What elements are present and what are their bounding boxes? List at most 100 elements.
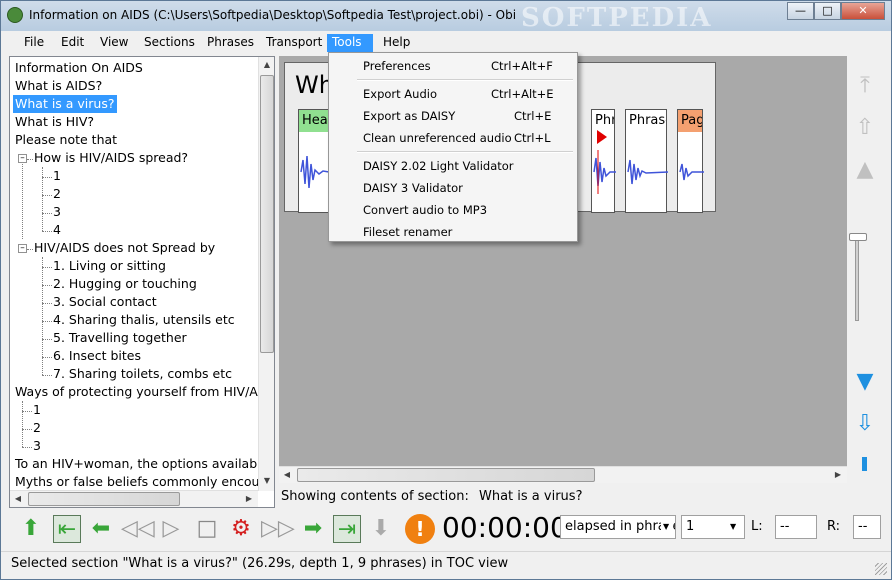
maximize-button[interactable]: □: [814, 2, 841, 20]
phrase-end-icon[interactable]: ⇥: [333, 515, 361, 543]
menu-edit[interactable]: Edit: [56, 34, 89, 52]
toc-item[interactable]: 1: [33, 401, 41, 419]
tree-line: [42, 339, 52, 340]
toc-item[interactable]: 6. Insect bites: [53, 347, 141, 365]
menu-transport[interactable]: Transport: [261, 34, 327, 52]
menu-item-shortcut: Ctrl+Alt+F: [491, 59, 553, 73]
scroll-up-arrow-icon[interactable]: ▲: [259, 57, 274, 73]
menu-help[interactable]: Help: [378, 34, 415, 52]
zoom-slider[interactable]: [849, 233, 867, 241]
menu-phrases[interactable]: Phrases: [202, 34, 259, 52]
rewind-icon[interactable]: ◁◁: [121, 515, 155, 543]
scroll-down-arrow-icon[interactable]: ▼: [259, 473, 274, 489]
menu-item-export-daisy[interactable]: Export as DAISY: [363, 109, 455, 127]
menu-sections[interactable]: Sections: [139, 34, 200, 52]
tree-line: [22, 447, 32, 448]
phrase-begin-icon[interactable]: ⇤: [53, 515, 81, 543]
toc-item[interactable]: To an HIV+woman, the options available: [15, 455, 268, 473]
toc-item[interactable]: 5. Travelling together: [53, 329, 187, 347]
menu-tools[interactable]: Tools: [327, 34, 373, 52]
toc-item[interactable]: Ways of protecting yourself from HIV/AID…: [15, 383, 274, 401]
block-label: Phrase: [629, 113, 666, 128]
menu-item-convert-mp3[interactable]: Convert audio to MP3: [363, 203, 487, 221]
toc-item[interactable]: 4. Sharing thalis, utensils etc: [53, 311, 235, 329]
play-icon[interactable]: ▷: [157, 515, 185, 543]
phrase-block[interactable]: Phrase: [625, 109, 668, 213]
toc-item[interactable]: How is HIV/AIDS spread?: [34, 149, 188, 167]
scroll-thumb[interactable]: [297, 468, 595, 482]
right-level-field: --: [853, 515, 881, 539]
next-phrase-icon[interactable]: ⇩: [851, 409, 879, 439]
watermark-logo: SOFTPEDIA: [521, 3, 713, 33]
transport-toolbar: ⬆ ⇤ ⬅ ◁◁ ▷ □ ⚙ ▷▷ ➡ ⇥ ⬇ ! 00:00:00 elaps…: [9, 509, 889, 549]
tree-line: [22, 155, 23, 239]
fast-forward-icon[interactable]: ▷▷: [261, 515, 295, 543]
level-select[interactable]: 1 ▼: [681, 515, 745, 539]
toc-item[interactable]: What is HIV?: [15, 113, 94, 131]
scroll-left-arrow-icon[interactable]: ◀: [10, 491, 26, 507]
scroll-right-arrow-icon[interactable]: ▶: [830, 467, 846, 483]
toc-item[interactable]: 4: [53, 221, 61, 239]
toc-item[interactable]: Information On AIDS: [15, 59, 143, 77]
toc-item[interactable]: Myths or false beliefs commonly encounte…: [15, 473, 274, 491]
toc-item[interactable]: 3: [33, 437, 41, 455]
tree-line: [42, 213, 52, 214]
toc-item[interactable]: 1: [53, 167, 61, 185]
content-horizontal-scrollbar[interactable]: ◀ ▶: [279, 466, 847, 483]
toc-item[interactable]: 2: [53, 185, 61, 203]
record-icon[interactable]: ⚙: [227, 515, 255, 543]
tree-line: [42, 267, 52, 268]
left-level-field: --: [775, 515, 817, 539]
first-phrase-icon[interactable]: ⤒: [851, 71, 879, 101]
page-block[interactable]: Page: [677, 109, 704, 213]
collapse-icon[interactable]: –: [18, 154, 27, 163]
last-phrase-icon[interactable]: [862, 457, 867, 471]
time-mode-select[interactable]: elapsed in phrase ▼: [560, 515, 676, 539]
menu-item-fileset-renamer[interactable]: Fileset renamer: [363, 225, 452, 243]
tree-line: [22, 411, 32, 412]
menu-file[interactable]: File: [19, 34, 49, 52]
toc-item[interactable]: 3. Social contact: [53, 293, 157, 311]
previous-phrase-icon[interactable]: ⇧: [851, 113, 879, 143]
stop-icon[interactable]: □: [193, 515, 221, 543]
phrase-block[interactable]: Phrase: [591, 109, 616, 213]
previous-section-icon[interactable]: ⬆: [17, 515, 45, 543]
toc-item[interactable]: 3: [53, 203, 61, 221]
scroll-thumb[interactable]: [28, 492, 180, 506]
close-button[interactable]: ✕: [841, 2, 885, 20]
toc-item[interactable]: 1. Living or sitting: [53, 257, 166, 275]
scroll-thumb[interactable]: [260, 75, 274, 353]
toc-horizontal-scrollbar[interactable]: ◀ ▶: [10, 490, 258, 507]
toc-item[interactable]: 7. Sharing toilets, combs etc: [53, 365, 232, 383]
toc-item[interactable]: 2: [33, 419, 41, 437]
tree-line: [42, 231, 52, 232]
scroll-left-arrow-icon[interactable]: ◀: [279, 467, 295, 483]
time-display: 00:00:00: [442, 511, 568, 544]
previous-phrase-icon[interactable]: ⬅: [87, 515, 115, 543]
menu-item-export-audio[interactable]: Export Audio: [363, 87, 437, 105]
scroll-right-arrow-icon[interactable]: ▶: [241, 491, 257, 507]
menu-item-preferences[interactable]: Preferences: [363, 59, 431, 77]
scroll-up-icon[interactable]: ▲: [851, 155, 879, 185]
toc-item[interactable]: What is AIDS?: [15, 77, 102, 95]
waveform: [627, 159, 668, 185]
toc-item-selected[interactable]: What is a virus?: [13, 95, 117, 113]
toc-tree[interactable]: Information On AIDS What is AIDS? What i…: [9, 56, 275, 508]
collapse-icon[interactable]: –: [18, 244, 27, 253]
toc-vertical-scrollbar[interactable]: ▲ ▼: [258, 57, 274, 491]
time-mode-value: elapsed in phrase: [565, 519, 676, 534]
toc-item[interactable]: Please note that: [15, 131, 117, 149]
scroll-down-icon[interactable]: ▼: [851, 367, 879, 397]
alert-icon[interactable]: !: [405, 514, 435, 544]
menu-view[interactable]: View: [95, 34, 133, 52]
toc-item[interactable]: 2. Hugging or touching: [53, 275, 197, 293]
menu-item-daisy3-validator[interactable]: DAISY 3 Validator: [363, 181, 463, 199]
toc-item[interactable]: HIV/AIDS does not Spread by: [34, 239, 215, 257]
resize-grip-icon[interactable]: [875, 563, 887, 575]
next-section-icon[interactable]: ⬇: [367, 515, 395, 543]
showing-section: What is a virus?: [479, 489, 583, 504]
next-phrase-icon[interactable]: ➡: [299, 515, 327, 543]
minimize-button[interactable]: —: [787, 2, 814, 20]
menu-item-clean-audio[interactable]: Clean unreferenced audio: [363, 131, 512, 149]
menu-item-daisy202-validator[interactable]: DAISY 2.02 Light Validator: [363, 159, 514, 177]
